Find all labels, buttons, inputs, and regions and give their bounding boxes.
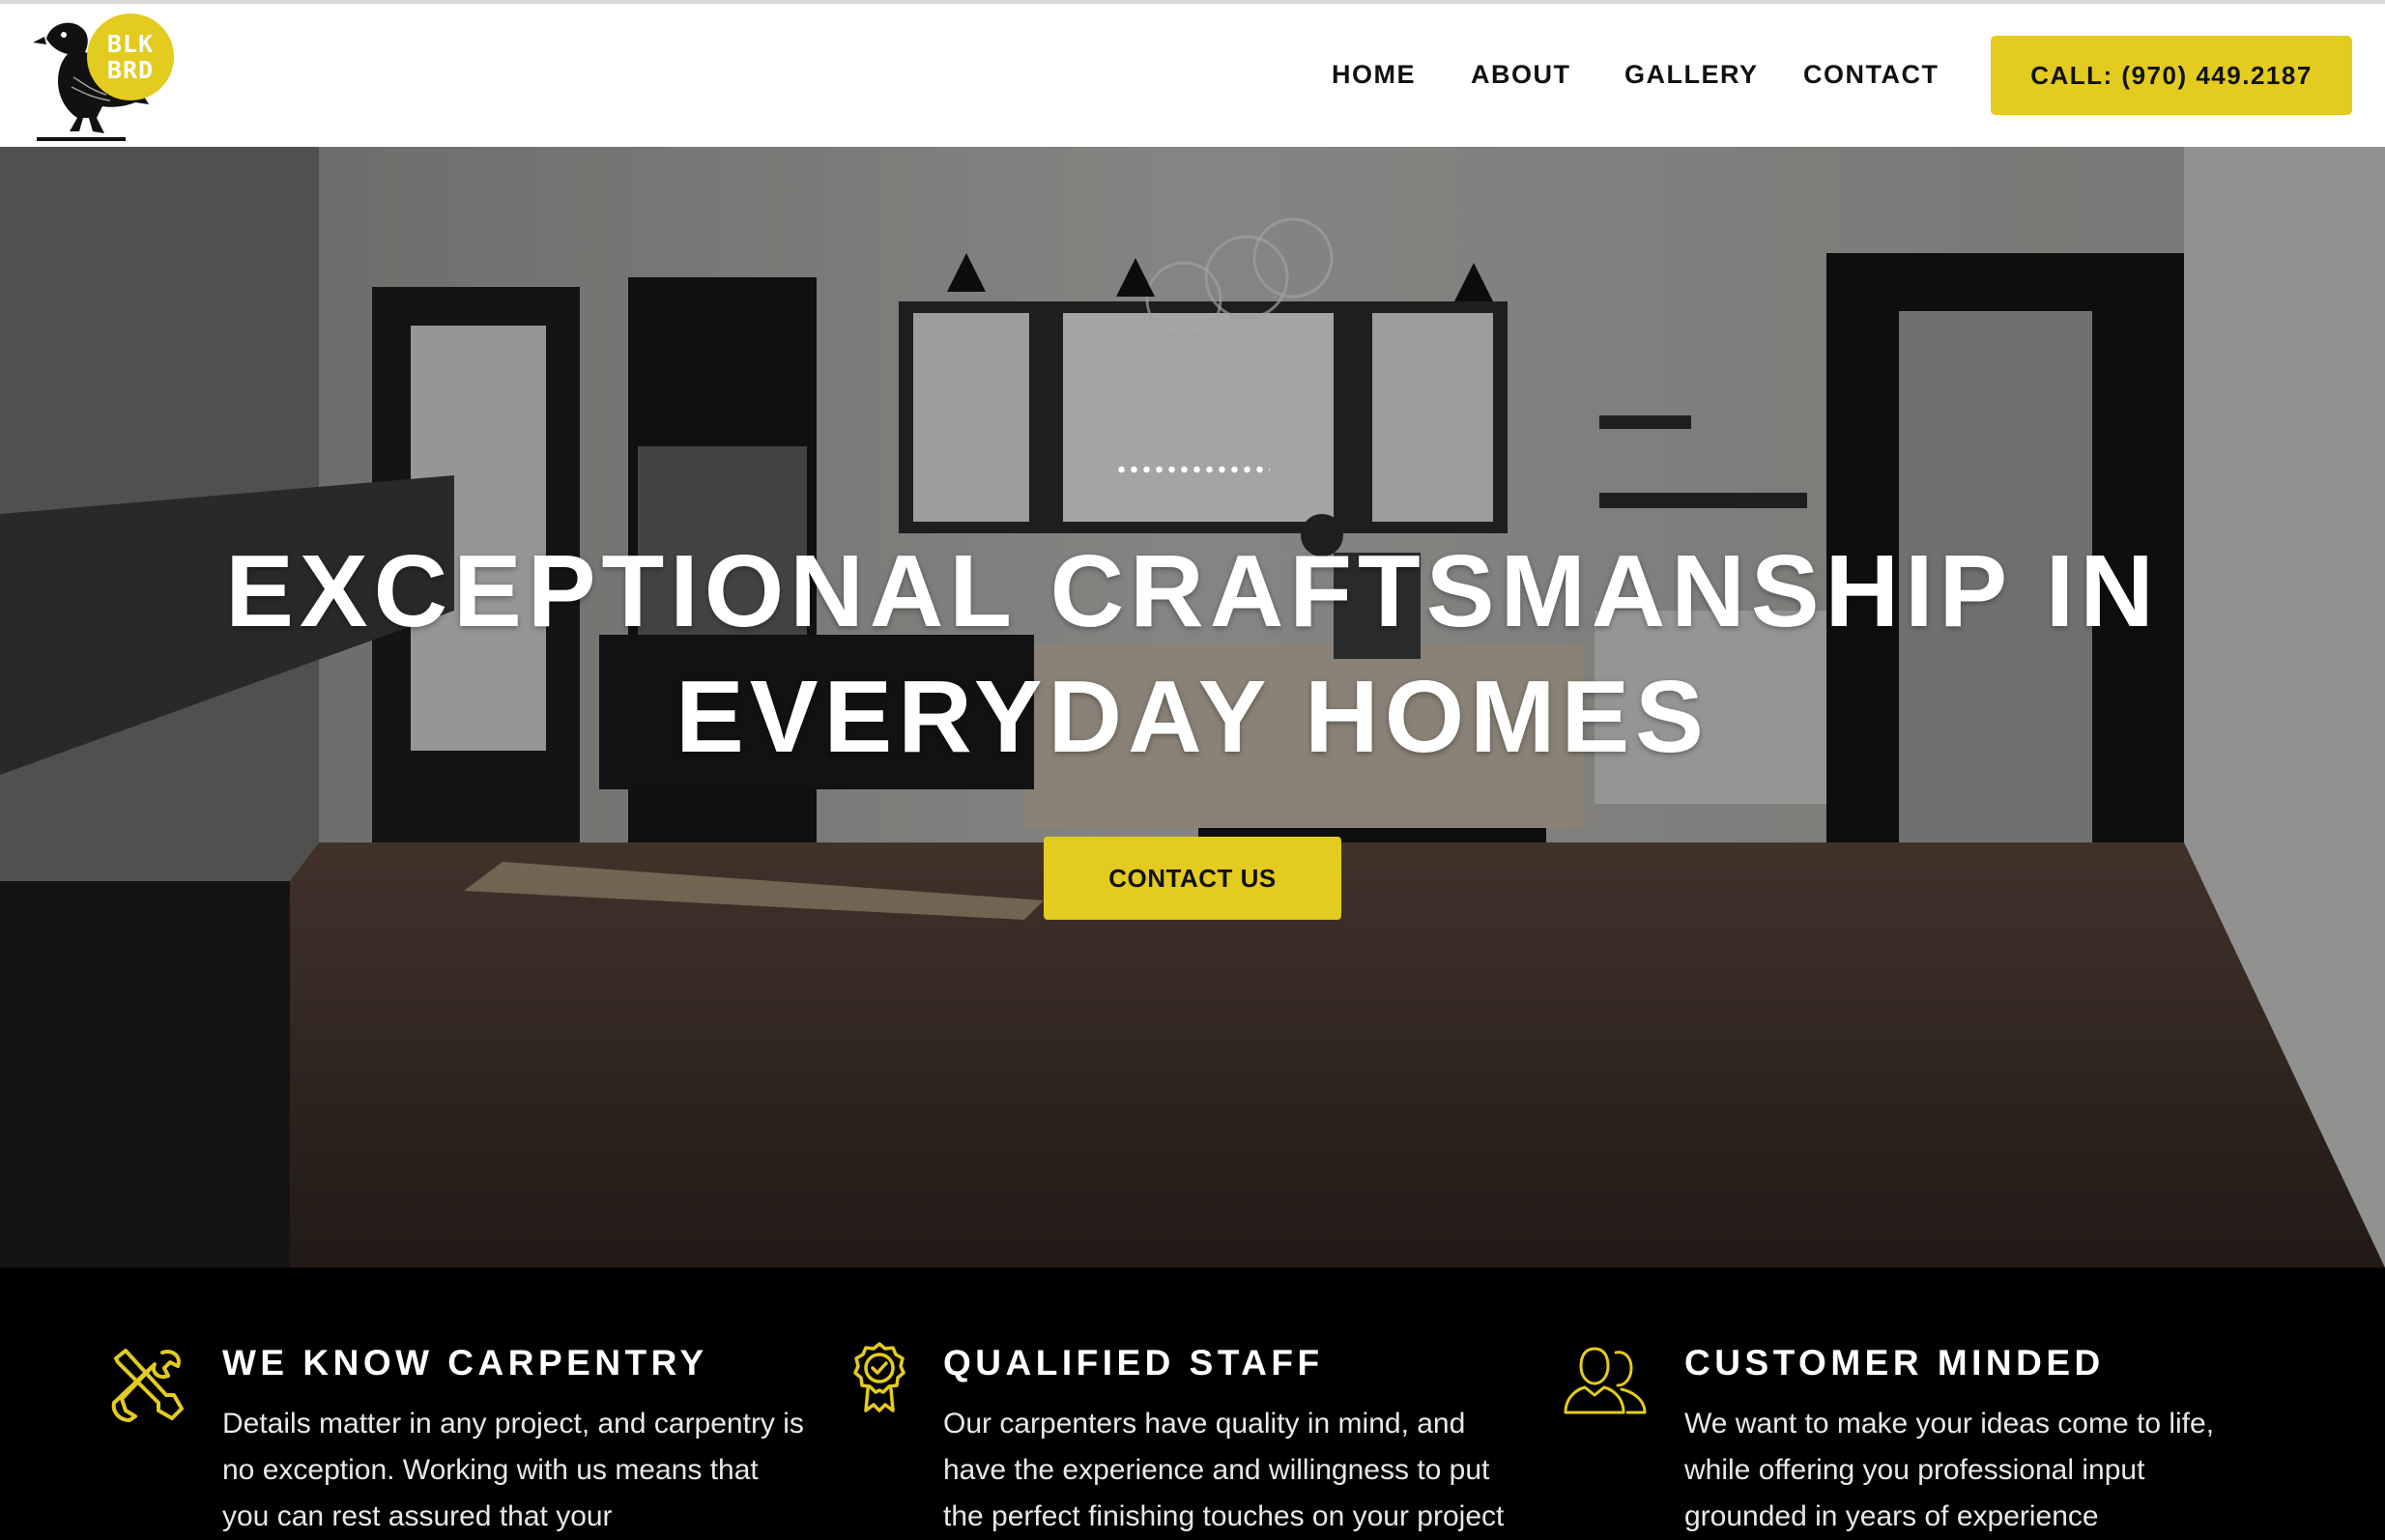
feature-text: Our carpenters have quality in mind, and… xyxy=(943,1408,1505,1532)
feature-text: We want to make your ideas come to life,… xyxy=(1684,1408,2215,1532)
features-section: WE KNOW CARPENTRY Details matter in any … xyxy=(0,1268,2385,1532)
hero-title: EXCEPTIONAL CRAFTSMANSHIP IN EVERYDAY HO… xyxy=(0,528,2385,780)
feature-carpentry: WE KNOW CARPENTRY Details matter in any … xyxy=(0,1268,804,1532)
hero-title-line2: EVERYDAY HOMES xyxy=(675,660,1710,774)
nav-home[interactable]: HOME xyxy=(1332,60,1416,90)
tools-icon xyxy=(111,1349,184,1422)
feature-staff: QUALIFIED STAFF Our carpenters have qual… xyxy=(792,1268,1566,1532)
feature-title: CUSTOMER MINDED xyxy=(1684,1343,2105,1383)
feature-title: WE KNOW CARPENTRY xyxy=(222,1343,708,1383)
hero-title-line1: EXCEPTIONAL CRAFTSMANSHIP IN xyxy=(225,534,2160,648)
logo-badge: BLK BRD xyxy=(87,14,174,100)
logo[interactable]: BLK BRD xyxy=(29,10,174,147)
feature-text: Details matter in any project, and carpe… xyxy=(222,1408,804,1532)
site-header: BLK BRD HOME ABOUT GALLERY CONTACT CALL:… xyxy=(0,4,2385,147)
feature-customer: CUSTOMER MINDED We want to make your ide… xyxy=(1564,1268,2385,1532)
users-icon xyxy=(1564,1347,1647,1414)
nav-contact[interactable]: CONTACT xyxy=(1803,60,1939,90)
feature-title: QUALIFIED STAFF xyxy=(943,1343,1324,1383)
nav-gallery[interactable]: GALLERY xyxy=(1624,60,1759,90)
logo-text-line1: BLK xyxy=(106,30,155,58)
call-button[interactable]: CALL: (970) 449.2187 xyxy=(1991,36,2352,115)
award-badge-icon xyxy=(853,1342,905,1412)
nav-about[interactable]: ABOUT xyxy=(1471,60,1571,90)
logo-text-line2: BRD xyxy=(106,56,155,84)
hero-dots-divider xyxy=(1115,466,1270,473)
hero-section: EXCEPTIONAL CRAFTSMANSHIP IN EVERYDAY HO… xyxy=(0,147,2385,1268)
contact-us-button[interactable]: CONTACT US xyxy=(1044,837,1341,920)
